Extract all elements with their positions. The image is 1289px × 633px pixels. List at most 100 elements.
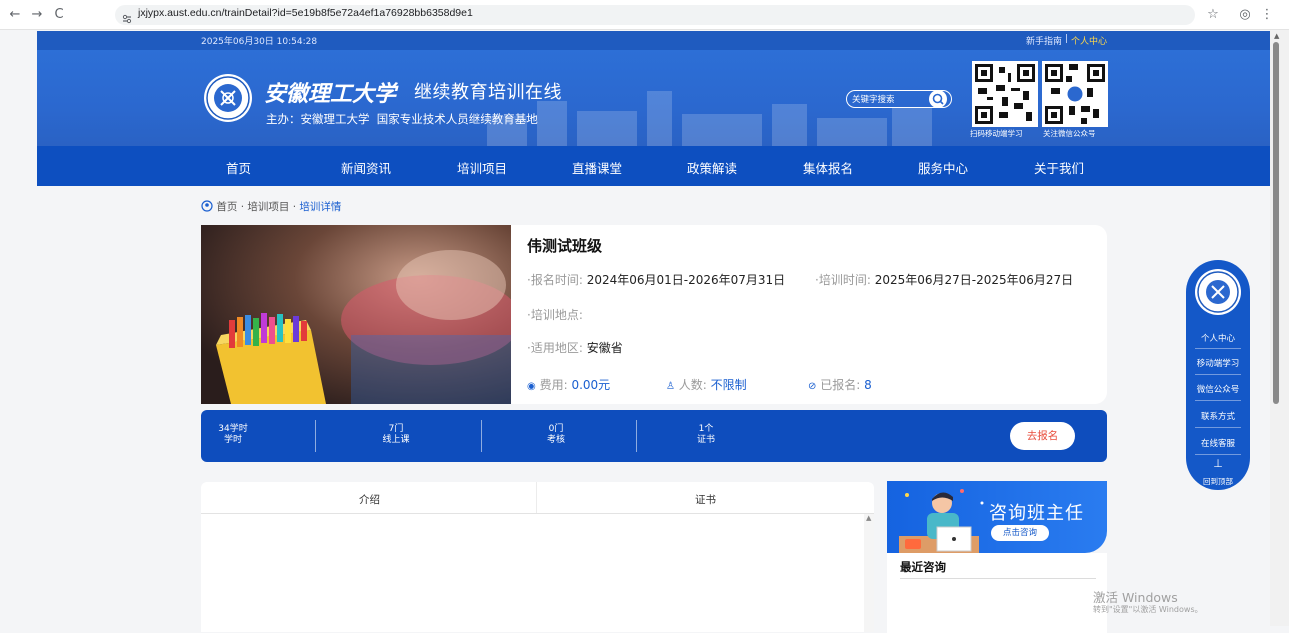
guide-link[interactable]: 新手指南	[1026, 34, 1062, 47]
stat-divider	[481, 420, 482, 452]
stat-courses-label: 线上课	[382, 435, 410, 445]
breadcrumb-sep: ·	[292, 201, 297, 213]
applicable-region: ·适用地区: 安徽省	[527, 339, 623, 356]
qr-wechat[interactable]	[1042, 61, 1108, 127]
course-stats-bar: 34学时 学时 7门 线上课 0门 考核 1个 证书	[201, 410, 1107, 462]
qr-code-icon	[975, 64, 1035, 124]
back-icon[interactable]: ←	[6, 6, 24, 24]
nav-item-about[interactable]: 关于我们	[1034, 158, 1084, 177]
stat-divider	[315, 420, 316, 452]
stat-exams-label: 考核	[546, 435, 565, 445]
fee-value: 0.00元	[571, 378, 611, 392]
main-nav: 首页 新闻资讯 培训项目 直播课堂 政策解读 集体报名 服务中心 关于我们	[37, 146, 1270, 186]
site-title: 继续教育培训在线	[414, 82, 562, 103]
recent-consult-divider	[900, 578, 1096, 579]
tab-underline	[201, 513, 874, 514]
train-label: ·培训时间:	[815, 273, 871, 287]
breadcrumb-current: 培训详情	[299, 201, 342, 213]
url-text[interactable]: jxjypx.aust.edu.cn/trainDetail?id=5e19b8…	[138, 7, 473, 19]
side-item-back-to-top[interactable]: 回到顶部	[1186, 476, 1250, 487]
detail-tabs-panel: 介绍 证书 ▲	[201, 482, 874, 632]
signup-label: ·报名时间:	[527, 273, 583, 287]
page-scrollbar-thumb[interactable]	[1273, 42, 1279, 404]
side-divider	[1195, 427, 1241, 428]
activation-watermark-sub: 转到"设置"以激活 Windows。	[1093, 605, 1203, 614]
site-subtitle: 主办：安徽理工大学 国家专业技术人员继续教育基地	[266, 112, 538, 126]
stat-certificates: 1个 证书	[681, 424, 731, 446]
side-divider	[1195, 374, 1241, 375]
nav-item-group-signup[interactable]: 集体报名	[803, 158, 853, 177]
side-item-contact[interactable]: 联系方式	[1186, 410, 1250, 422]
search-box[interactable]: 关键字搜索	[846, 90, 952, 108]
stat-hours-value: 34学时	[218, 424, 248, 434]
stat-online-courses: 7门 线上课	[351, 424, 441, 446]
nav-item-news[interactable]: 新闻资讯	[341, 158, 391, 177]
side-item-mobile-learning[interactable]: 移动端学习	[1186, 357, 1250, 369]
stat-divider	[636, 420, 637, 452]
qr1-caption: 扫码移动端学习	[970, 129, 1023, 138]
tab-divider	[536, 482, 537, 514]
nav-item-live[interactable]: 直播课堂	[572, 158, 622, 177]
side-item-wechat[interactable]: 微信公众号	[1186, 383, 1250, 395]
qr2-caption: 关注微信公众号	[1043, 129, 1096, 138]
university-emblem-icon[interactable]	[202, 72, 254, 124]
tab-intro[interactable]: 介绍	[359, 492, 380, 507]
stat-exams-value: 0门	[548, 424, 564, 434]
breadcrumb-projects[interactable]: 培训项目	[247, 201, 289, 213]
reload-icon[interactable]: C	[50, 6, 68, 24]
course-title: 伟测试班级	[527, 237, 603, 255]
forward-icon[interactable]: →	[28, 6, 46, 24]
breadcrumb-home[interactable]: 首页	[216, 201, 237, 213]
signup-period: ·报名时间: 2024年06月01日-2026年07月31日	[527, 271, 785, 288]
personal-center-link[interactable]: 个人中心	[1071, 34, 1107, 47]
fee-label: 费用:	[539, 378, 568, 392]
nav-item-service[interactable]: 服务中心	[918, 158, 968, 177]
location-pin-icon	[201, 200, 213, 212]
consult-teacher-banner[interactable]: 咨询班主任 点击咨询	[887, 481, 1107, 553]
signup-value: 2024年06月01日-2026年07月31日	[586, 273, 786, 287]
enrolled-value: 8	[864, 378, 872, 392]
stat-cert-label: 证书	[696, 435, 715, 445]
consult-button[interactable]: 点击咨询	[991, 525, 1049, 541]
stat-hours: 34学时 学时	[213, 424, 253, 446]
enrolled-count: ⊘ 已报名: 8	[808, 376, 872, 393]
search-icon	[932, 93, 944, 105]
people-value: 不限制	[710, 378, 747, 392]
search-button[interactable]	[929, 90, 947, 108]
recent-consult-panel: 最近咨询	[887, 553, 1107, 633]
datetime: 2025年06月30日 10:54:28	[201, 37, 318, 47]
side-item-personal-center[interactable]: 个人中心	[1186, 332, 1250, 344]
coin-icon: ◉	[527, 381, 536, 392]
menu-icon[interactable]: ⋮	[1258, 6, 1276, 24]
person-icon: ♙	[666, 381, 675, 392]
back-to-top-icon[interactable]: ⊥	[1186, 458, 1250, 469]
panel-scrollbar[interactable]: ▲	[864, 514, 874, 632]
region-value: 安徽省	[586, 341, 623, 355]
tab-certificate[interactable]: 证书	[695, 492, 716, 507]
topbar-separator: |	[1065, 34, 1069, 44]
side-divider	[1195, 348, 1241, 349]
site-info-icon[interactable]	[122, 9, 132, 24]
bookmark-star-icon[interactable]: ☆	[1204, 6, 1222, 24]
nav-item-projects[interactable]: 培训项目	[457, 158, 507, 177]
region-label: ·适用地区:	[527, 341, 583, 355]
people-limit: ♙ 人数: 不限制	[666, 376, 747, 393]
side-item-online-service[interactable]: 在线客服	[1186, 437, 1250, 449]
nav-item-home[interactable]: 首页	[226, 158, 251, 177]
nav-item-policy[interactable]: 政策解读	[687, 158, 737, 177]
search-input[interactable]: 关键字搜索	[852, 93, 895, 105]
training-location: ·培训地点:	[527, 306, 583, 323]
side-emblem-icon[interactable]	[1193, 267, 1243, 317]
fee: ◉ 费用: 0.00元	[527, 376, 610, 393]
university-name: 安徽理工大学	[264, 81, 397, 107]
breadcrumb: 首页 · 培训项目 · 培训详情	[201, 199, 341, 214]
scroll-up-icon[interactable]: ▲	[1274, 32, 1279, 40]
qr-mobile-learning[interactable]	[972, 61, 1038, 127]
scroll-up-icon[interactable]: ▲	[866, 514, 871, 522]
profile-icon[interactable]: ◎	[1236, 6, 1254, 24]
location-label: ·培训地点:	[527, 308, 583, 322]
top-info-bar: 2025年06月30日 10:54:28 新手指南 | 个人中心	[37, 31, 1270, 50]
consult-title: 咨询班主任	[989, 503, 1084, 524]
people-label: 人数:	[678, 378, 707, 392]
signup-button[interactable]: 去报名	[1010, 422, 1075, 450]
